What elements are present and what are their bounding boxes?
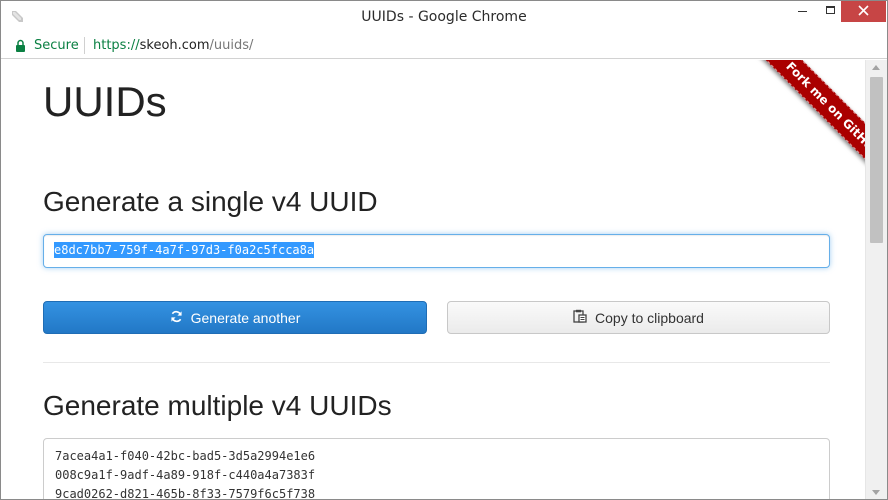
section-divider	[43, 362, 830, 363]
minimize-button[interactable]	[789, 1, 816, 22]
single-uuid-input[interactable]: e8dc7bb7-759f-4a7f-97d3-f0a2c5fcca8a	[43, 234, 830, 268]
refresh-icon	[170, 310, 183, 326]
window-title: UUIDs - Google Chrome	[361, 9, 527, 25]
scroll-down-arrow-icon[interactable]	[872, 490, 880, 495]
generate-another-button[interactable]: Generate another	[43, 301, 427, 334]
github-ribbon-container: Fork me on GitHub	[719, 60, 865, 206]
url-field[interactable]: https://skeoh.com/uuids/	[93, 38, 253, 53]
page-title: UUIDs	[43, 78, 167, 125]
uuid-line: 9cad0262-d821-465b-8f33-7579f6c5f738	[55, 487, 316, 500]
minimize-icon	[797, 3, 808, 21]
url-host: skeoh.com	[139, 38, 210, 53]
close-icon	[858, 3, 869, 21]
single-uuid-heading: Generate a single v4 UUID	[43, 186, 378, 217]
multiple-uuid-textarea[interactable]: 7acea4a1-f040-42bc-bad5-3d5a2994e1e6 008…	[43, 438, 830, 500]
scroll-thumb[interactable]	[870, 77, 883, 243]
title-bar: UUIDs - Google Chrome	[1, 1, 887, 32]
multiple-uuid-heading: Generate multiple v4 UUIDs	[43, 390, 392, 421]
uuid-line: 008c9a1f-9adf-4a89-918f-c440a4a7383f	[55, 468, 316, 482]
address-bar[interactable]: Secure https://skeoh.com/uuids/	[1, 32, 887, 59]
maximize-button[interactable]	[817, 1, 844, 22]
page-viewport: UUIDs Generate a single v4 UUID e8dc7bb7…	[1, 60, 865, 500]
address-separator	[84, 37, 85, 54]
url-path: /uuids/	[209, 38, 254, 53]
vertical-scrollbar[interactable]	[865, 60, 887, 499]
scroll-up-arrow-icon[interactable]	[872, 65, 880, 70]
maximize-icon	[825, 3, 836, 21]
uuid-line: 7acea4a1-f040-42bc-bad5-3d5a2994e1e6	[55, 449, 316, 463]
close-button[interactable]	[841, 1, 886, 22]
single-uuid-value: e8dc7bb7-759f-4a7f-97d3-f0a2c5fcca8a	[54, 242, 315, 258]
url-scheme: https://	[93, 38, 140, 53]
clipboard-icon	[573, 309, 587, 326]
lock-icon	[15, 39, 26, 52]
generate-another-label: Generate another	[190, 309, 301, 326]
browser-window: UUIDs - Google Chrome Secure https://ske…	[0, 0, 888, 500]
copy-to-clipboard-button[interactable]: Copy to clipboard	[447, 301, 830, 334]
secure-label: Secure	[34, 38, 79, 53]
copy-to-clipboard-label: Copy to clipboard	[595, 309, 704, 326]
fork-me-on-github-ribbon[interactable]: Fork me on GitHub	[753, 60, 865, 189]
